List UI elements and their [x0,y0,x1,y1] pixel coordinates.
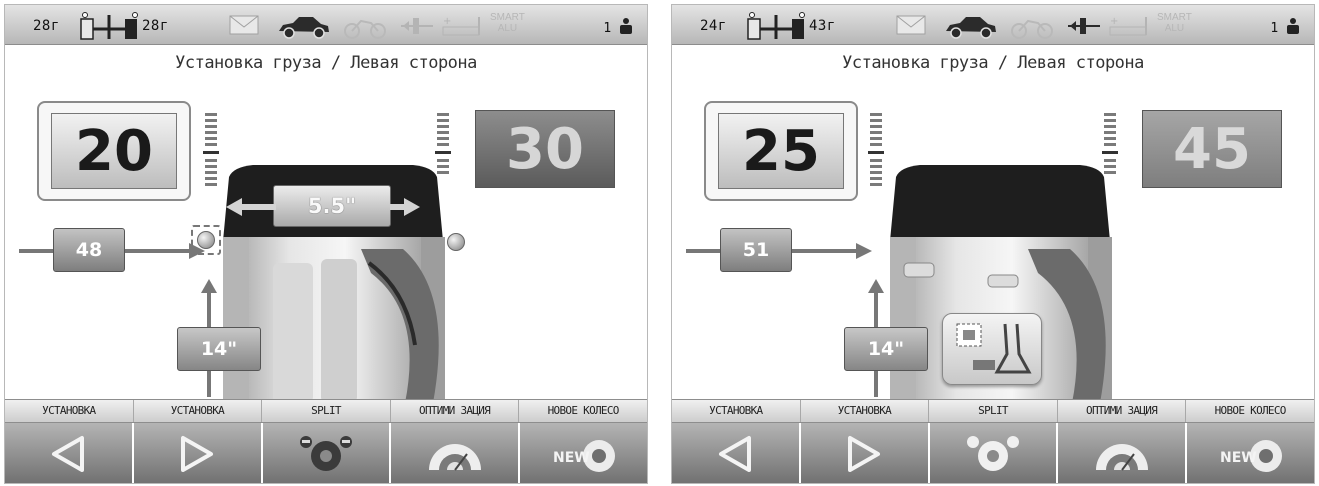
right-plane-weight: 28г [142,18,169,34]
distance-value: 48 [53,228,125,272]
smart-label: SMART [490,12,525,23]
car-icon[interactable] [942,15,998,39]
mail-icon [229,15,259,35]
right-plane-weight: 43г [809,18,836,34]
function-key-labels: УСТАНОВКА УСТАНОВКА SPLIT ОПТИМИ ЗАЦИЯ Н… [5,399,647,423]
right-weight-value: 30 [475,110,615,188]
new-wheel-button[interactable]: NEW [1187,423,1314,483]
new-wheel-icon: NEW [1220,440,1282,472]
inner-weight-icon[interactable] [399,15,435,37]
balancer-screen-left: 28г 28г + SMART ALU 1 Установка груза / … [4,4,648,484]
right-weight-value: 45 [1142,110,1282,188]
f1-label: УСТАНОВКА [5,400,134,422]
f3-label: SPLIT [262,400,391,422]
f1-label: УСТАНОВКА [672,400,801,422]
alu-label: ALU [1164,23,1185,34]
svg-text:+: + [1110,16,1118,27]
page-title: Установка груза / Левая сторона [175,53,477,73]
operator-number: 1 [603,21,612,36]
distance-value: 51 [720,228,792,272]
smart-alu-indicator[interactable]: SMART ALU [490,12,525,34]
motorcycle-icon[interactable] [343,15,387,39]
smart-label: SMART [1157,12,1192,23]
left-plane-weight: 28г [33,18,60,34]
motorcycle-icon[interactable] [1010,15,1054,39]
f5-label: НОВОЕ КОЛЕСО [1214,404,1287,417]
axle-icon [80,12,138,40]
operator-icon [620,18,632,34]
left-plane-weight: 24г [700,18,727,34]
split-icon [299,436,352,471]
new-wheel-button[interactable]: NEW [520,423,647,483]
applicator-icon [956,323,1032,374]
diameter-value: 14" [177,327,261,371]
new-badge-text: NEW [553,450,590,466]
arrow-right-icon [181,436,214,472]
operator-number: 1 [1270,21,1279,36]
status-bar: 24г 43г + SMART ALU 1 [672,5,1314,45]
left-weight-selected-frame: 25 [704,101,858,201]
f4-label: ОПТИМИ ЗАЦИЯ [391,400,520,422]
alu-label: ALU [497,23,518,34]
optimization-icon [1095,444,1148,471]
previous-position-button[interactable] [5,423,134,483]
function-key-labels: УСТАНОВКА УСТАНОВКА SPLIT ОПТИМИ ЗАЦИЯ Н… [672,399,1314,423]
optimization-button[interactable] [1058,423,1188,483]
left-weight-position-marker [191,225,221,255]
svg-text:+: + [443,16,451,27]
weight-applicator-tool [942,313,1042,385]
operator-icon [1287,18,1299,34]
next-position-button[interactable] [133,423,263,483]
f3-label: SPLIT [929,400,1058,422]
outer-weight-icon[interactable]: + [441,15,485,37]
f2-label: УСТАНОВКА [801,400,930,422]
axle-icon [747,12,805,40]
rim-width-value: 5.5" [226,185,420,227]
split-button[interactable] [262,423,392,483]
status-bar: 28г 28г + SMART ALU 1 [5,5,647,45]
optimization-icon [428,444,481,471]
operator-indicator: 1 [603,17,633,36]
diameter-value: 14" [844,327,928,371]
next-position-button[interactable] [800,423,930,483]
arrow-left-icon [719,436,752,472]
f2-label: УСТАНОВКА [134,400,263,422]
new-wheel-icon: NEW [553,440,615,472]
left-weight-value: 20 [51,113,177,189]
balancer-screen-right: 24г 43г + SMART ALU 1 Установка груза / … [671,4,1315,484]
function-keys: NEW [672,423,1314,483]
width-arrows [226,198,276,216]
operator-indicator: 1 [1270,17,1300,36]
arrow-right-icon [848,436,881,472]
inner-weight-icon[interactable] [1066,15,1102,37]
car-icon[interactable] [275,15,331,39]
smart-alu-indicator[interactable]: SMART ALU [1157,12,1192,34]
page-title: Установка груза / Левая сторона [842,53,1144,73]
f5-label: НОВОЕ КОЛЕСО [547,404,620,417]
function-keys: NEW [5,423,647,483]
previous-position-button[interactable] [672,423,801,483]
optimization-button[interactable] [391,423,521,483]
mail-icon [896,15,926,35]
outer-weight-icon[interactable]: + [1108,15,1152,37]
f4-label: ОПТИМИ ЗАЦИЯ [1058,400,1187,422]
left-weight-value: 25 [718,113,844,189]
split-icon [966,436,1019,471]
split-button[interactable] [929,423,1059,483]
arrow-left-icon [52,436,85,472]
width-arrow-right [390,198,420,216]
selected-bracket [191,225,221,255]
new-badge-text: NEW [1220,450,1257,466]
left-weight-selected-frame: 20 [37,101,191,201]
right-weight-position-marker [447,233,465,251]
